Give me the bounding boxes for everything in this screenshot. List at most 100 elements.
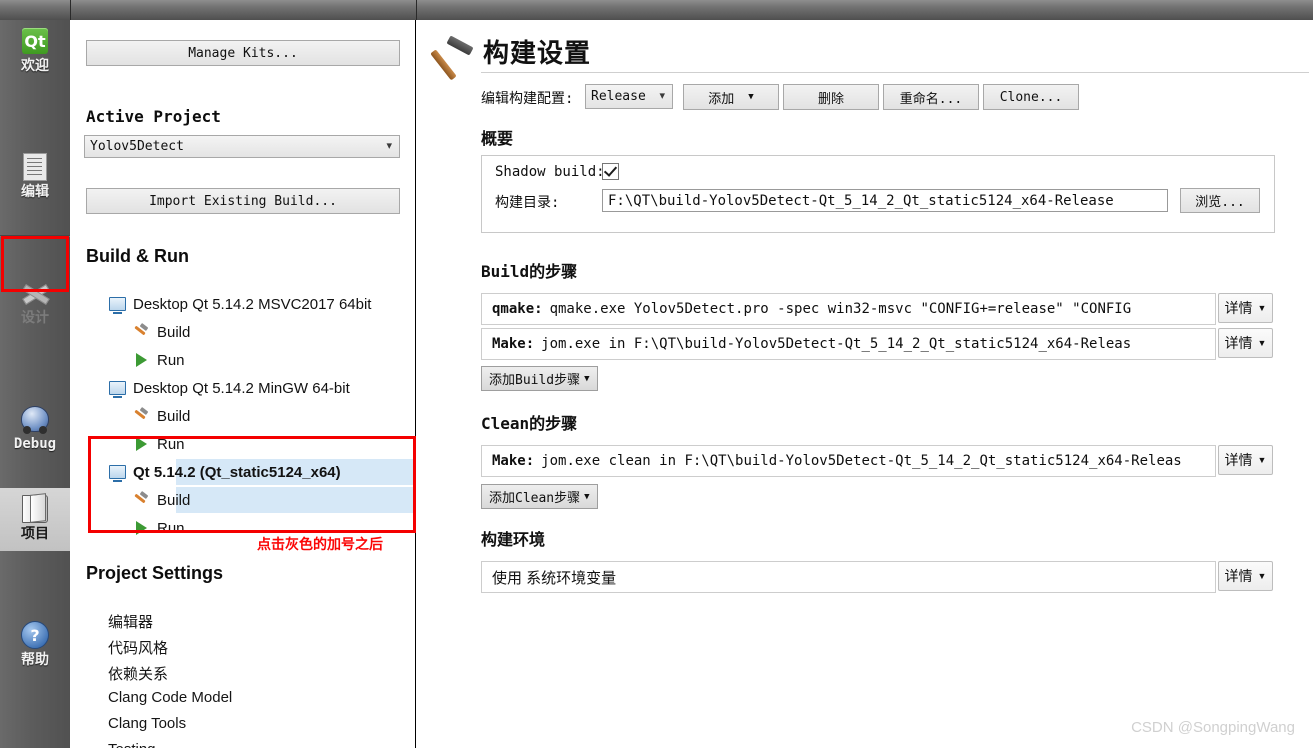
clean-step-prefix: Make: [492,453,534,469]
browse-button[interactable]: 浏览... [1180,188,1260,213]
clean-step-details-button[interactable]: 详情 ▼ [1218,445,1273,475]
build-environment-row[interactable]: 使用 系统环境变量 [481,561,1216,593]
build-directory-input[interactable]: F:\QT\build-Yolov5Detect-Qt_5_14_2_Qt_st… [602,189,1168,212]
project-settings-item-editor[interactable]: 编辑器 [108,611,153,632]
mode-selector: Qt 欢迎 编辑 设计 Debug 项目 ? 帮助 [0,20,71,748]
project-settings-item-dependencies[interactable]: 依赖关系 [108,663,168,684]
kit-row-msvc2017[interactable]: Desktop Qt 5.14.2 MSVC2017 64bit [106,291,371,317]
edit-build-config-label: 编辑构建配置: [481,88,573,108]
project-settings-heading: Project Settings [86,563,223,584]
mode-item-label: 编辑 [21,184,49,200]
shadow-build-label: Shadow build: [495,164,605,180]
build-settings-pane: 构建设置 编辑构建配置: Release ▾ 添加 ▼ 删除 重命名... Cl… [417,20,1313,748]
mode-item-projects[interactable]: 项目 [0,488,70,551]
project-settings-item-clang-code-model[interactable]: Clang Code Model [108,689,232,706]
kit-child-build-qt-static-highlight [176,487,416,513]
play-icon [130,437,152,451]
page-title: 构建设置 [483,33,591,70]
active-project-select[interactable]: Yolov5Detect ▾ [84,135,400,158]
mode-item-debug[interactable]: Debug [0,398,70,461]
clean-step-row-make[interactable]: Make: jom.exe clean in F:\QT\build-Yolov… [481,445,1216,477]
caret-down-icon: ▼ [1258,303,1267,313]
caret-down-icon: ▼ [748,92,753,102]
hammer-icon [130,408,152,424]
add-clean-step-button[interactable]: 添加Clean步骤 ▼ [481,484,598,509]
mode-item-label: 欢迎 [21,58,49,74]
titlebar-segment-left [0,0,71,20]
mode-item-edit[interactable]: 编辑 [0,146,70,209]
add-clean-step-label: 添加Clean步骤 [489,487,580,506]
add-build-step-button[interactable]: 添加Build步骤 ▼ [481,366,598,391]
clone-config-button[interactable]: Clone... [983,84,1079,110]
mode-item-help[interactable]: ? 帮助 [0,614,70,677]
mode-item-label: 设计 [21,310,49,326]
delete-config-button[interactable]: 删除 [783,84,879,110]
mode-item-label: 帮助 [21,652,49,668]
kit-child-build-msvc2017[interactable]: Build [130,319,190,345]
mode-separator [0,235,70,237]
build-step-row-qmake[interactable]: qmake: qmake.exe Yolov5Detect.pro -spec … [481,293,1216,325]
add-config-button[interactable]: 添加 ▼ [683,84,779,110]
active-project-value: Yolov5Detect [90,139,184,154]
add-config-label: 添加 [708,88,734,107]
projects-left-panel: Manage Kits... Active Project Yolov5Dete… [70,20,416,748]
caret-down-icon: ▼ [584,492,589,502]
kit-row-qt-static[interactable]: Qt 5.14.2 (Qt_static5124_x64) [106,459,341,485]
project-settings-item-clang-tools[interactable]: Clang Tools [108,715,186,732]
qt-logo-icon: Qt [22,24,48,58]
kit-label: Qt 5.14.2 (Qt_static5124_x64) [133,464,341,481]
build-step-row-make[interactable]: Make: jom.exe in F:\QT\build-Yolov5Detec… [481,328,1216,360]
build-environment-heading: 构建环境 [481,526,545,550]
detail-label: 详情 [1225,566,1253,586]
kit-row-mingw[interactable]: Desktop Qt 5.14.2 MinGW 64-bit [106,375,350,401]
kit-child-label: Run [157,436,185,453]
add-build-step-label: 添加Build步骤 [489,369,580,388]
kit-child-label: Run [157,520,185,537]
kit-child-build-qt-static[interactable]: Build [130,487,190,513]
design-pen-icon [21,276,49,310]
kit-child-label: Run [157,352,185,369]
build-step-text: qmake.exe Yolov5Detect.pro -spec win32-m… [550,301,1132,317]
build-config-select[interactable]: Release ▾ [585,84,673,109]
build-step-prefix: Make: [492,336,534,352]
title-divider [481,72,1309,73]
document-icon [23,150,47,184]
build-environment-value: 使用 系统环境变量 [492,567,616,588]
titlebar-segment-mid [70,0,417,20]
monitor-icon [106,465,128,479]
rename-config-button[interactable]: 重命名... [883,84,979,110]
kit-child-run-msvc2017[interactable]: Run [130,347,185,373]
play-icon [130,521,152,535]
build-step-details-button-qmake[interactable]: 详情 ▼ [1218,293,1273,323]
chevron-down-icon: ▾ [659,89,665,102]
kit-label: Desktop Qt 5.14.2 MSVC2017 64bit [133,296,371,313]
summary-heading: 概要 [481,125,513,149]
mode-item-design[interactable]: 设计 [0,272,70,335]
active-project-heading: Active Project [86,107,221,126]
build-and-run-heading: Build & Run [86,246,189,267]
project-settings-item-code-style[interactable]: 代码风格 [108,637,168,658]
kit-child-build-mingw[interactable]: Build [130,403,190,429]
mode-item-label: 项目 [21,526,49,542]
mode-item-welcome[interactable]: Qt 欢迎 [0,20,70,83]
import-existing-build-button[interactable]: Import Existing Build... [86,188,400,214]
watermark: CSDN @SongpingWang [1131,719,1295,736]
build-environment-details-button[interactable]: 详情 ▼ [1218,561,1273,591]
help-question-icon: ? [21,618,49,652]
build-step-text: jom.exe in F:\QT\build-Yolov5Detect-Qt_5… [541,336,1131,352]
caret-down-icon: ▼ [1258,571,1267,581]
build-step-details-button-make[interactable]: 详情 ▼ [1218,328,1273,358]
kit-child-run-qt-static[interactable]: Run [130,515,185,541]
manage-kits-button[interactable]: Manage Kits... [86,40,400,66]
project-settings-item-testing[interactable]: Testing [108,741,156,748]
kit-child-label: Build [157,492,190,509]
detail-label: 详情 [1225,333,1253,353]
hammer-icon [130,492,152,508]
annotation-note-text: 点击灰色的加号之后 [257,534,383,554]
clean-steps-heading: Clean的步骤 [481,410,577,434]
kit-child-run-mingw[interactable]: Run [130,431,185,457]
build-directory-value: F:\QT\build-Yolov5Detect-Qt_5_14_2_Qt_st… [608,193,1114,209]
shadow-build-checkbox[interactable] [602,163,619,180]
build-step-prefix: qmake: [492,301,543,317]
projects-book-icon [22,492,48,526]
